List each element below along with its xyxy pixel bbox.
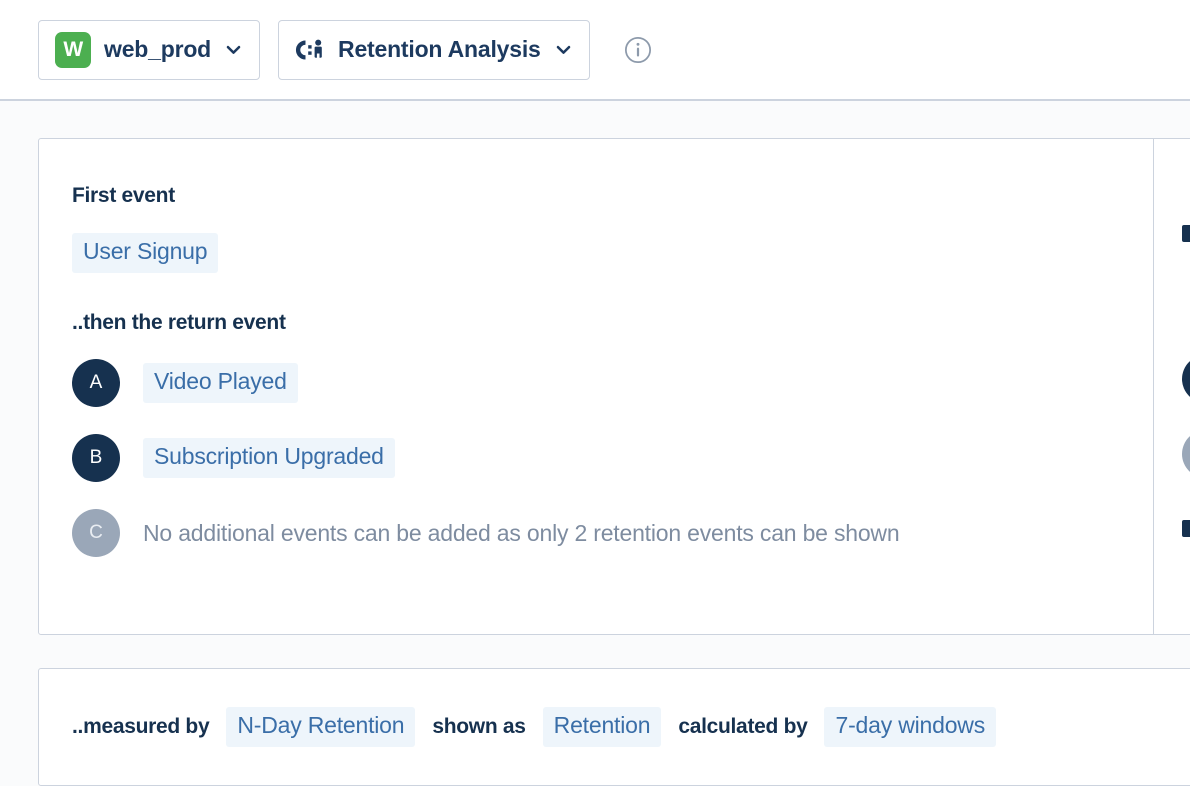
report-type-selector[interactable]: Retention Analysis [278,20,590,80]
first-event-title: First event [72,184,1153,208]
return-event-disabled-message: No additional events can be added as onl… [143,520,899,547]
return-event-list: A Video Played B Subscription Upgraded C… [72,359,1153,558]
measurement-settings-panel: ..measured by N-Day Retention shown as R… [38,668,1190,786]
return-event-a-actions [1182,354,1190,403]
actions-spacer [1182,258,1190,354]
measured-by-chip[interactable]: N-Day Retention [226,707,415,747]
chevron-down-icon [554,40,573,59]
top-toolbar: W web_prod Retention Analysis [0,0,1190,101]
measured-by-label: ..measured by [72,715,209,739]
first-event-actions [1182,209,1190,258]
shown-as-chip[interactable]: Retention [543,707,662,747]
workspace-selector[interactable]: W web_prod [38,20,260,80]
return-event-row-b[interactable]: B Subscription Upgraded [72,434,1153,483]
cohort-retention-icon [295,35,325,65]
chevron-down-icon [224,40,243,59]
return-event-title: ..then the return event [72,311,1153,335]
shown-as-label: shown as [432,715,525,739]
calculated-by-label: calculated by [678,715,807,739]
workspace-avatar: W [55,32,91,68]
return-event-a-menu-button[interactable] [1182,355,1190,403]
event-definition-column: First event User Signup ..then the retur… [39,139,1153,634]
return-event-c-actions [1182,504,1190,553]
first-event-chip[interactable]: User Signup [72,233,218,273]
return-event-b-actions [1182,429,1190,478]
event-definition-panel: First event User Signup ..then the retur… [38,138,1190,635]
event-actions-column [1153,139,1190,634]
first-event-filter-icon[interactable] [1182,225,1190,242]
calculated-by-chip[interactable]: 7-day windows [824,707,996,747]
return-event-c-add-icon [1182,520,1190,537]
event-badge-b: B [72,434,120,482]
event-badge-c: C [72,509,120,557]
return-event-chip-b[interactable]: Subscription Upgraded [143,438,395,478]
report-type-name: Retention Analysis [338,36,541,63]
info-circle-icon[interactable] [624,36,652,64]
return-event-row-a[interactable]: A Video Played [72,359,1153,408]
event-badge-a: A [72,359,120,407]
return-event-row-c: C No additional events can be added as o… [72,509,1153,558]
return-event-b-menu-button[interactable] [1182,430,1190,478]
workspace-name: web_prod [104,36,211,63]
return-event-chip-a[interactable]: Video Played [143,363,298,403]
report-builder-body: First event User Signup ..then the retur… [0,101,1190,786]
